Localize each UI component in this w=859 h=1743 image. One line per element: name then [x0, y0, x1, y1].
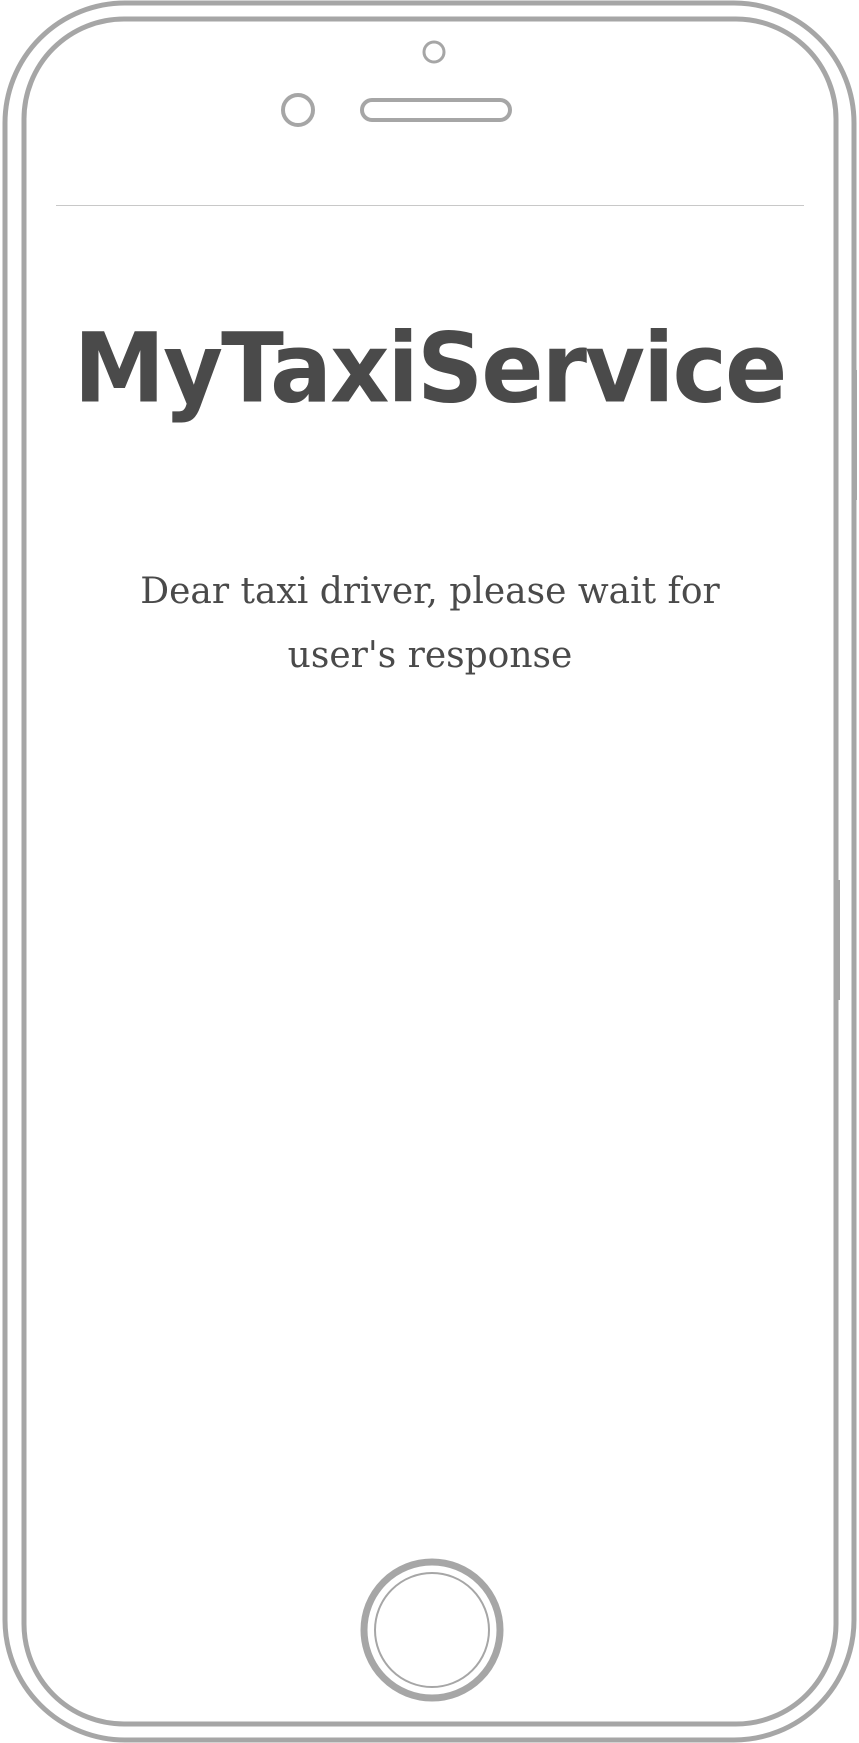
waiting-message: Dear taxi driver, please wait for user's…: [140, 571, 720, 676]
app-title: MyTaxiService: [73, 312, 788, 425]
speaker-grille-icon: [360, 98, 512, 122]
phone-outer-shell: [2, 0, 857, 1743]
phone-frame: [2, 0, 857, 1743]
sensor-icon: [281, 93, 315, 127]
status-divider: [56, 205, 804, 206]
phone-inner-shell: [21, 16, 839, 1727]
front-camera-icon: [422, 40, 446, 64]
home-button-icon[interactable]: [360, 1558, 504, 1702]
